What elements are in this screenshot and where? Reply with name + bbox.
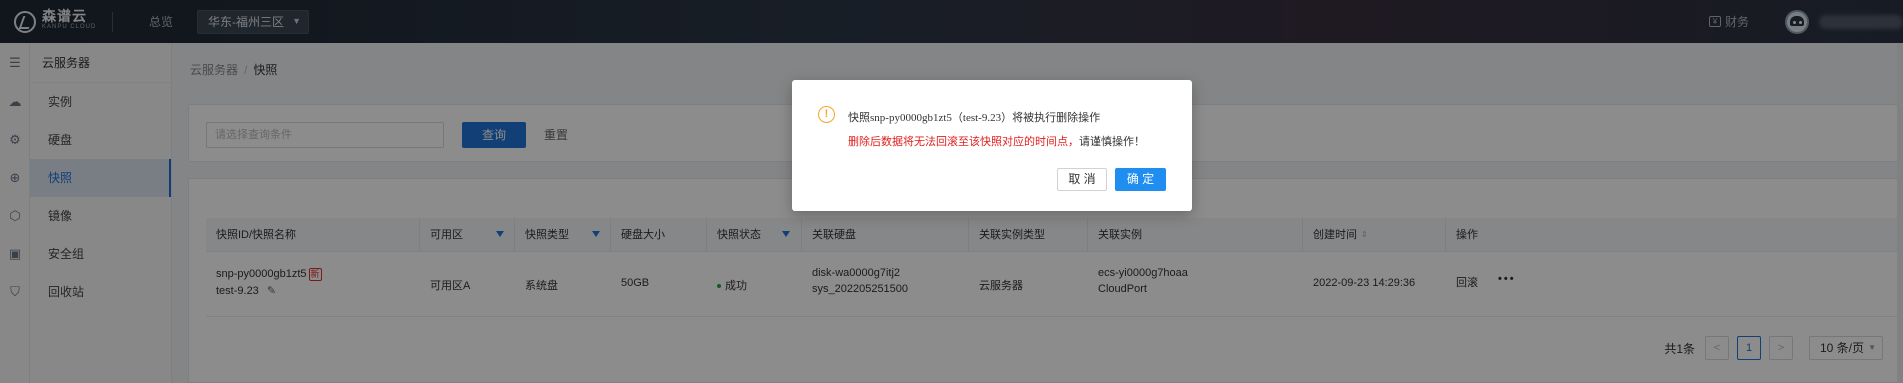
dialog-warning: 删除后数据将无法回滚至该快照对应的时间点，请谨慎操作！ [848,136,1145,148]
delete-confirm-dialog: ! 快照snp-py0000gb1zt5（test-9.23）将被执行删除操作 … [792,80,1192,211]
dialog-message: 快照snp-py0000gb1zt5（test-9.23）将被执行删除操作 [848,112,1101,124]
cancel-button[interactable]: 取 消 [1057,168,1107,191]
confirm-button[interactable]: 确 定 [1115,168,1166,191]
warning-icon: ! [818,106,835,123]
